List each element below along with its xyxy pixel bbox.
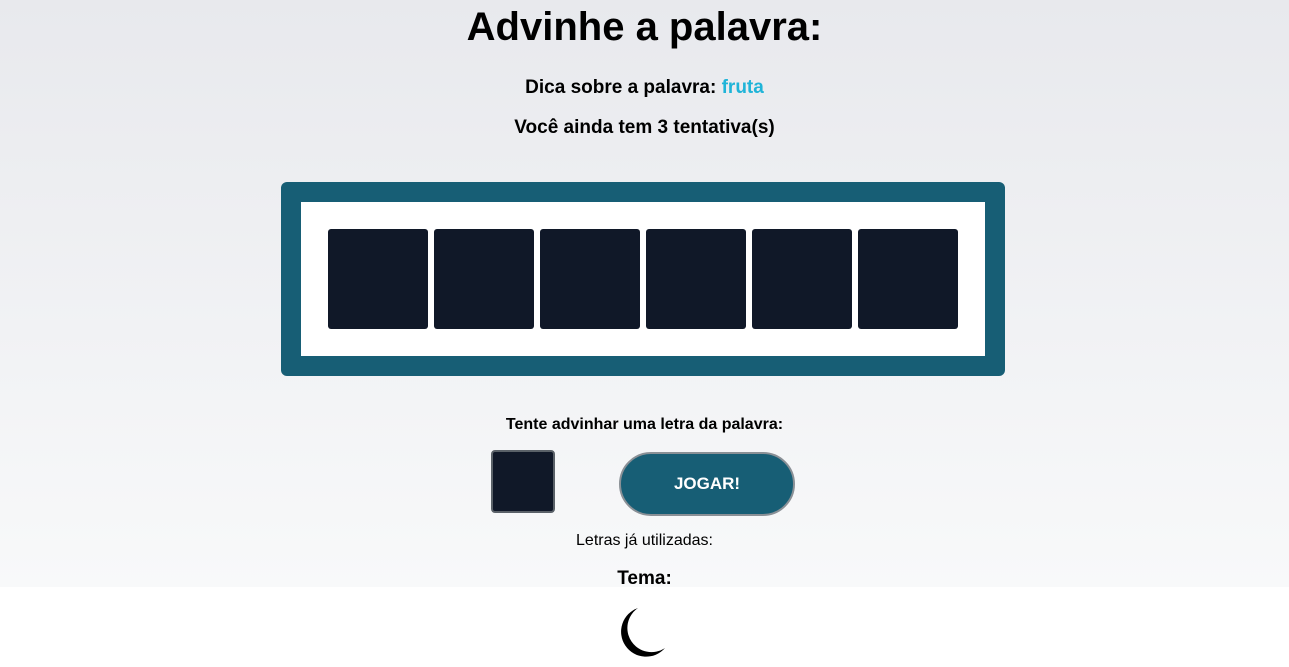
letter-tile (646, 229, 746, 329)
used-letters: Letras já utilizadas: (0, 531, 1289, 551)
moon-icon (621, 608, 665, 657)
word-board (281, 182, 1005, 376)
used-letters-label: Letras já utilizadas: (576, 532, 713, 549)
page-title: Advinhe a palavra: (466, 5, 823, 49)
play-button[interactable]: JOGAR! (619, 452, 795, 516)
guess-label: Tente advinhar uma letra da palavra: (505, 416, 784, 433)
letter-tile (858, 229, 958, 329)
letter-tiles (328, 229, 958, 329)
letter-input[interactable] (491, 450, 555, 513)
theme-label: Tema: (617, 568, 672, 589)
letter-tile (752, 229, 852, 329)
letter-tile (434, 229, 534, 329)
theme-toggle-button[interactable] (612, 604, 672, 662)
letter-tile (328, 229, 428, 329)
letter-tile (540, 229, 640, 329)
hint-line: Dica sobre a palavra: fruta (0, 76, 1289, 100)
hint-value: fruta (721, 77, 764, 98)
hint-label: Dica sobre a palavra: (525, 77, 717, 98)
attempts-remaining: Você ainda tem 3 tentativa(s) (514, 117, 775, 138)
word-board-inner (301, 202, 985, 356)
